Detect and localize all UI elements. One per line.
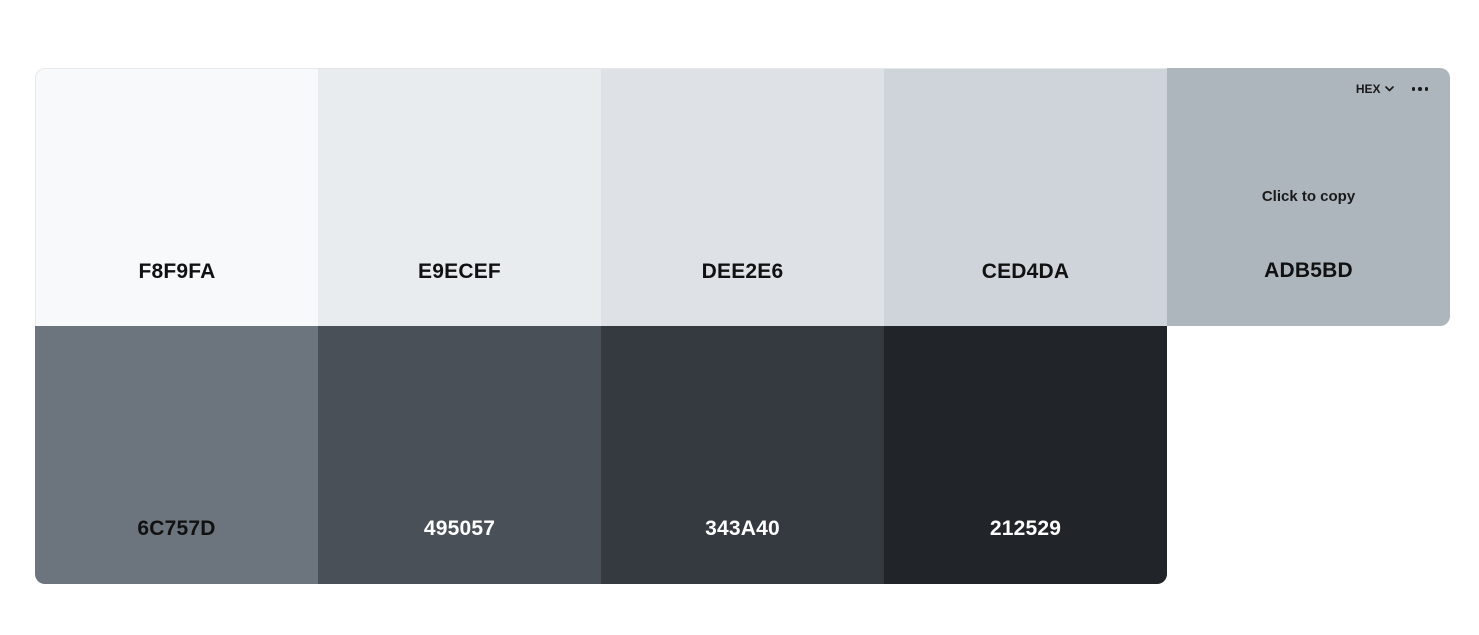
color-swatch-6c757d[interactable]: 6C757D (35, 326, 318, 584)
swatch-hex-code[interactable]: 343A40 (601, 517, 884, 541)
more-options-button[interactable] (1411, 83, 1428, 95)
swatch-hex-code[interactable]: 495057 (318, 517, 601, 541)
copy-hint: Click to copy (1261, 188, 1356, 205)
color-swatch-343a40[interactable]: 343A40 (601, 326, 884, 584)
swatch-hex-code[interactable]: 212529 (884, 517, 1167, 541)
color-swatch-ced4da[interactable]: CED4DA (884, 68, 1167, 326)
swatch-toolbar: HEX (1356, 82, 1428, 96)
color-swatch-495057[interactable]: 495057 (318, 326, 601, 584)
color-swatch-e9ecef[interactable]: E9ECEF (318, 68, 601, 326)
color-swatch-212529[interactable]: 212529 (884, 326, 1167, 584)
chevron-down-icon (1384, 86, 1394, 92)
swatch-hex-code[interactable]: F8F9FA (36, 260, 318, 284)
color-format-select[interactable]: HEX (1356, 82, 1394, 96)
color-swatch-f8f9fa[interactable]: F8F9FA (35, 68, 318, 326)
color-palette: F8F9FA E9ECEF DEE2E6 CED4DA HEX Click to… (35, 68, 1450, 584)
color-swatch-dee2e6[interactable]: DEE2E6 (601, 68, 884, 326)
more-dots-icon-dot (1424, 87, 1428, 91)
color-swatch-adb5bd[interactable]: HEX Click to copy ADB5BD (1167, 68, 1450, 326)
color-format-label: HEX (1355, 82, 1381, 96)
swatch-hex-code[interactable]: 6C757D (35, 517, 318, 541)
swatch-hex-code[interactable]: DEE2E6 (601, 260, 884, 284)
more-dots-icon (1411, 87, 1415, 91)
swatch-hex-code[interactable]: E9ECEF (318, 260, 601, 284)
more-dots-icon-dot (1418, 87, 1422, 91)
swatch-hex-code[interactable]: ADB5BD (1167, 259, 1450, 283)
swatch-hex-code[interactable]: CED4DA (884, 260, 1167, 284)
